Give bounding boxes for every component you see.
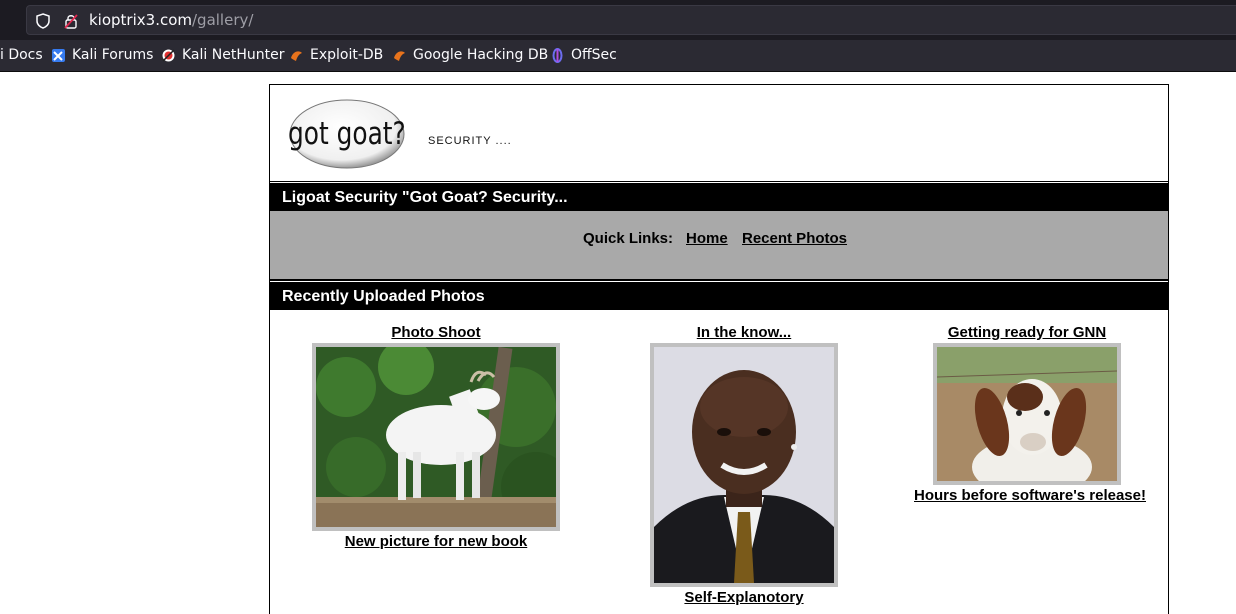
bookmark-label: Google Hacking DB <box>413 47 549 63</box>
browser-toolbar: kioptrix3.com/gallery/ <box>0 0 1236 40</box>
site-header: got goat? SECURITY .... <box>270 85 1168 183</box>
home-link[interactable]: Home <box>686 230 728 247</box>
bookmark-label: Kali Forums <box>72 47 154 63</box>
photo-caption-link[interactable]: Self-Explanotory <box>650 589 838 606</box>
photo-frame[interactable] <box>650 343 838 587</box>
bookmark-label: i Docs <box>0 47 43 63</box>
photo-title-link[interactable]: Getting ready for GNN <box>914 324 1140 341</box>
photo-title-link[interactable]: Photo Shoot <box>312 324 560 341</box>
address-bar[interactable]: kioptrix3.com/gallery/ <box>26 5 1236 35</box>
gallery-item: In the know... Self-Explanotory <box>650 324 838 606</box>
bookmark-google-hacking-db[interactable]: Google Hacking DB <box>392 47 548 63</box>
photo-title-link[interactable]: In the know... <box>650 324 838 341</box>
white-goat-photo <box>316 347 556 527</box>
svg-text:got goat?: got goat? <box>288 115 406 151</box>
site-title-bar: Ligoat Security "Got Goat? Security... <box>270 181 1168 211</box>
brown-goat-photo <box>937 347 1117 481</box>
photo-frame[interactable] <box>312 343 560 531</box>
man-portrait-photo <box>654 347 834 583</box>
photo-caption-link[interactable]: New picture for new book <box>312 533 560 550</box>
ghdb-icon <box>394 50 405 61</box>
photo-caption-link[interactable]: Hours before software's release! <box>914 487 1146 504</box>
url-host: kioptrix3.com <box>89 11 192 29</box>
insecure-lock-icon[interactable] <box>64 13 78 29</box>
photo-frame[interactable] <box>933 343 1121 485</box>
bookmark-label: Kali NetHunter <box>182 47 285 63</box>
bookmark-kali-forums[interactable]: Kali Forums <box>51 47 153 63</box>
offsec-icon <box>552 47 563 63</box>
kali-forums-icon <box>52 48 65 62</box>
got-goat-logo: got goat? <box>288 99 406 169</box>
gallery-item: Getting ready for GNN Hours before softw… <box>914 324 1146 504</box>
url-text[interactable]: kioptrix3.com/gallery/ <box>89 11 253 29</box>
bookmark-label: OffSec <box>571 47 617 63</box>
quick-links-label: Quick Links: <box>583 230 674 247</box>
bookmark-offsec[interactable]: OffSec <box>550 47 617 63</box>
shield-icon[interactable] <box>36 13 50 29</box>
bookmark-kali-nethunter[interactable]: Kali NetHunter <box>161 47 284 63</box>
bookmark-label: Exploit-DB <box>310 47 384 63</box>
section-title-bar: Recently Uploaded Photos <box>270 280 1168 310</box>
bookmark-docs[interactable]: i Docs <box>0 47 43 63</box>
page-container: got goat? SECURITY .... Ligoat Security … <box>269 84 1169 614</box>
site-tagline: SECURITY .... <box>428 135 512 147</box>
bookmark-exploit-db[interactable]: Exploit-DB <box>289 47 383 63</box>
recent-photos-link[interactable]: Recent Photos <box>742 230 847 247</box>
url-path: /gallery/ <box>192 11 254 29</box>
quick-links-bar: Quick Links: Home Recent Photos <box>270 211 1168 281</box>
exploit-db-icon <box>291 50 302 61</box>
bookmarks-bar: i Docs Kali Forums Kali NetHunter Exploi… <box>0 40 1236 72</box>
nethunter-icon <box>162 48 175 62</box>
gallery-item: Photo Shoot New picture for new book <box>312 324 560 550</box>
